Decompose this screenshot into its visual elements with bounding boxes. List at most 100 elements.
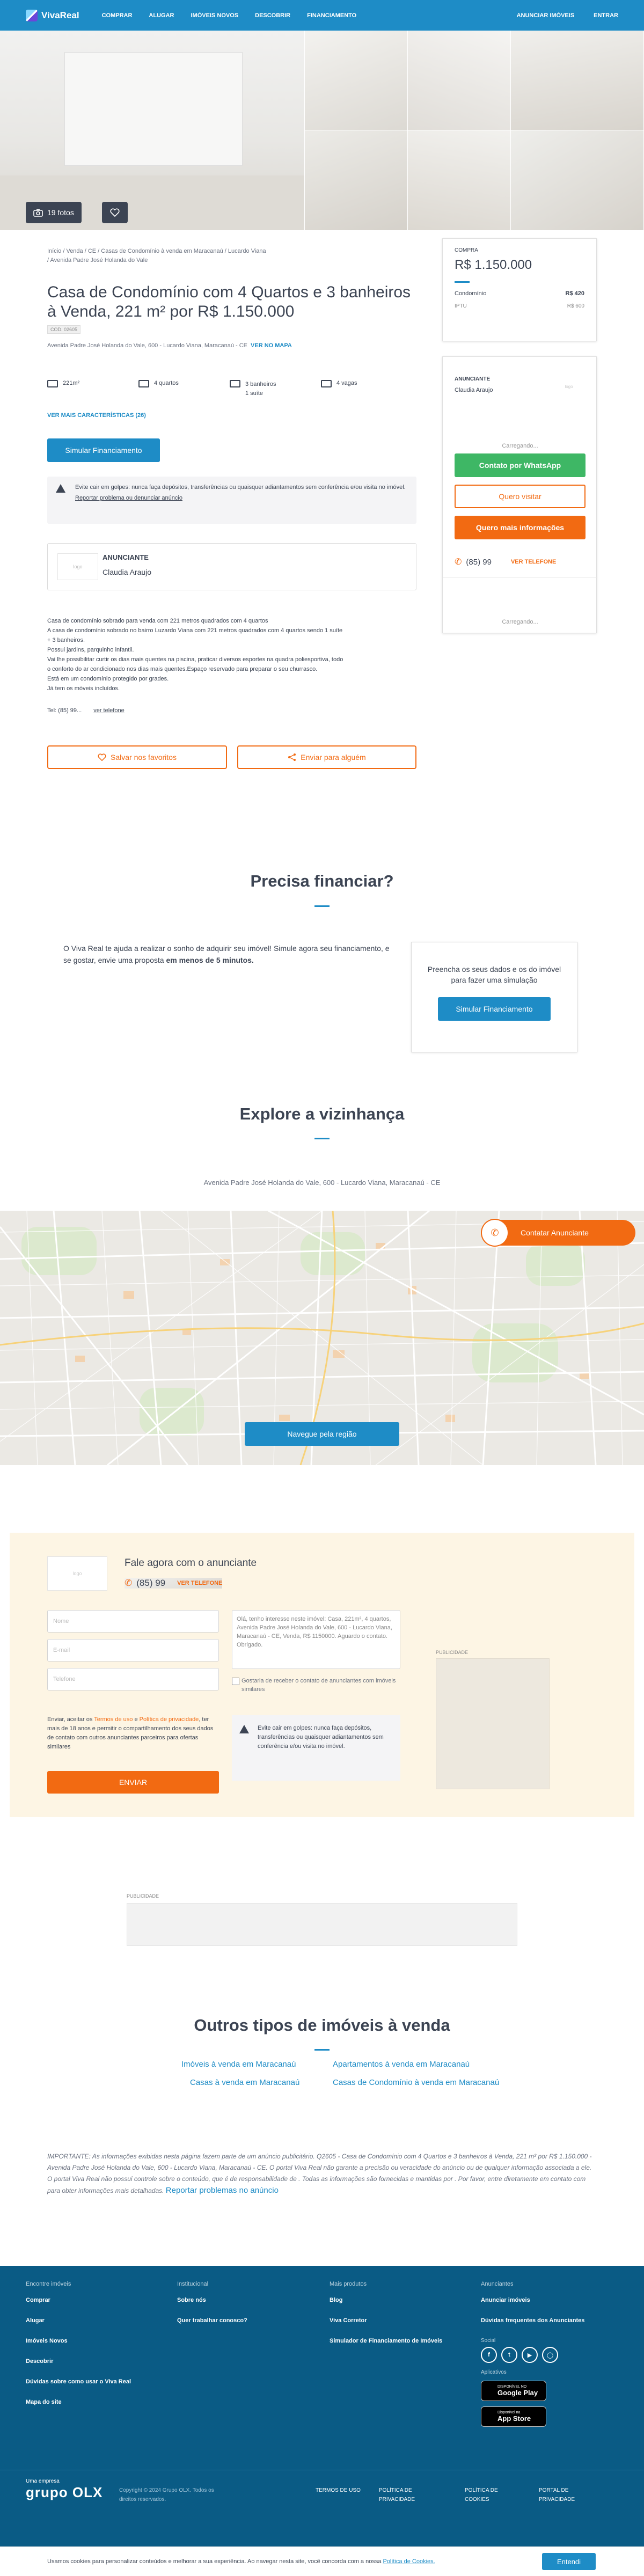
gallery-photo[interactable] — [511, 130, 644, 231]
advertiser-label: ANUNCIANTE — [103, 553, 149, 561]
feature-text: 4 vagas — [336, 380, 357, 386]
report-problems-link[interactable]: Reportar problemas no anúncio — [166, 2186, 279, 2195]
see-on-map-link[interactable]: VER NO MAPA — [251, 342, 292, 349]
footer-link[interactable]: Imóveis Novos — [26, 2338, 131, 2344]
footer-legal-link[interactable]: TERMOS DE USO — [316, 2486, 361, 2495]
nav-imoveis-novos[interactable]: IMÓVEIS NOVOS — [191, 12, 238, 19]
footer-col-products: Mais produtos Blog Viva Corretor Simulad… — [330, 2281, 442, 2358]
gallery-photo[interactable] — [408, 31, 511, 130]
facebook-icon[interactable]: f — [481, 2347, 497, 2363]
footer-link[interactable]: Descobrir — [26, 2358, 131, 2365]
footer-legal-link[interactable]: POLÍTICA DE PRIVACIDADE — [379, 2486, 427, 2504]
see-phone-button[interactable]: VER TELEFONE — [177, 1580, 222, 1586]
footer-link[interactable]: Viva Corretor — [330, 2317, 442, 2324]
nav-comprar[interactable]: COMPRAR — [102, 12, 133, 19]
visit-button[interactable]: Quero visitar — [455, 485, 586, 508]
terms-of-use-link[interactable]: Termos de uso — [94, 1716, 133, 1723]
description-line: Possui jardins, parquinho infantil. — [47, 647, 134, 653]
nav-alugar[interactable]: ALUGAR — [149, 12, 174, 19]
other-type-link[interactable]: Imóveis à venda em Maracanaú — [181, 2060, 296, 2069]
copyright: Copyright © 2024 Grupo OLX. Todos os dir… — [119, 2487, 214, 2502]
message-textarea[interactable]: Olá, tenho interesse neste imóvel: Casa,… — [232, 1610, 400, 1669]
contact-form-phone: ✆ (85) 99 VER TELEFONE — [125, 1578, 223, 1589]
app-store-badge[interactable]: Disponível na App Store — [481, 2406, 546, 2427]
badge-small-text: DISPONÍVEL NO — [497, 2385, 527, 2389]
ad-slot[interactable] — [436, 1658, 550, 1789]
see-phone-link[interactable]: ver telefone — [93, 707, 124, 714]
contact-advertiser-label: Contatar Anunciante — [521, 1228, 589, 1237]
gallery-photo[interactable] — [408, 130, 511, 231]
other-type-link[interactable]: Apartamentos à venda em Maracanaú — [333, 2060, 470, 2069]
phone-number: (85) 99 — [136, 1578, 166, 1588]
photos-count: 19 fotos — [47, 208, 74, 217]
advertiser-logo: logo — [57, 553, 98, 580]
cookie-policy-link[interactable]: Política de Cookies. — [383, 2558, 435, 2565]
footer-link[interactable]: Alugar — [26, 2317, 131, 2324]
google-play-badge[interactable]: DISPONÍVEL NO Google Play — [481, 2381, 546, 2401]
other-type-link[interactable]: Casas à venda em Maracanaú — [190, 2078, 299, 2087]
gallery-photo[interactable] — [305, 130, 408, 231]
financing-simulate-button[interactable]: Simular Financiamento — [438, 997, 551, 1021]
footer-link[interactable]: Comprar — [26, 2297, 131, 2303]
name-input[interactable]: Nome — [47, 1610, 219, 1633]
top-navbar: VivaReal COMPRAR ALUGAR IMÓVEIS NOVOS DE… — [0, 0, 644, 31]
footer-legal-link[interactable]: PORTAL DE PRIVACIDADE — [539, 2486, 587, 2504]
nav-financiamento[interactable]: FINANCIAMENTO — [307, 12, 356, 19]
photos-button[interactable]: 19 fotos — [26, 202, 82, 223]
gallery-photo[interactable] — [305, 31, 408, 130]
listing-address: Avenida Padre José Holanda do Vale, 600 … — [47, 342, 292, 349]
favorite-button[interactable] — [102, 202, 128, 223]
send-button[interactable]: ENVIAR — [47, 1771, 219, 1794]
badge-small-text: Disponível na — [497, 2411, 521, 2414]
privacy-policy-link[interactable]: Política de privacidade — [140, 1716, 199, 1723]
footer-col-title: Mais produtos — [330, 2281, 367, 2287]
footer-legal-link[interactable]: POLÍTICA DE COOKIES — [465, 2486, 508, 2504]
more-features-link[interactable]: VER MAIS CARACTERÍSTICAS (26) — [47, 412, 146, 419]
footer-link[interactable]: Anunciar imóveis — [481, 2297, 584, 2303]
description-line: Vai lhe possibilitar curtir os dias mais… — [47, 656, 343, 663]
gallery-photo-main[interactable] — [0, 31, 305, 231]
badge-text: Google Play — [497, 2389, 538, 2397]
contact-form-title: Fale agora com o anunciante — [125, 1557, 257, 1569]
email-input[interactable]: E-mail — [47, 1639, 219, 1662]
cookie-accept-button[interactable]: Entendi — [542, 2553, 596, 2570]
vivareal-logo[interactable]: VivaReal — [26, 9, 79, 21]
share-button[interactable]: Enviar para alguém — [237, 745, 416, 769]
footer-link[interactable]: Blog — [330, 2297, 442, 2303]
similar-offers-checkbox[interactable]: Gostaria de receber o contato de anuncia… — [232, 1677, 400, 1694]
report-listing-link[interactable]: Reportar problema ou denunciar anúncio — [75, 494, 409, 503]
other-type-link[interactable]: Casas de Condomínio à venda em Maracanaú — [333, 2078, 499, 2087]
whatsapp-button[interactable]: Contato por WhatsApp — [455, 453, 586, 477]
footer-link[interactable]: Mapa do site — [26, 2399, 131, 2405]
grupo-olx-logo[interactable]: Uma empresa grupo OLX — [26, 2478, 103, 2501]
breadcrumb-line[interactable]: / Avenida Padre José Holanda do Vale — [47, 256, 326, 265]
youtube-icon[interactable]: ▶ — [522, 2347, 538, 2363]
title-underline — [314, 1138, 330, 1139]
gallery-photo[interactable] — [511, 31, 644, 130]
save-favorites-button[interactable]: Salvar nos favoritos — [47, 745, 227, 769]
more-info-button[interactable]: Quero mais informações — [455, 516, 586, 539]
navigate-region-button[interactable]: Navegue pela região — [245, 1422, 399, 1446]
address-text: Avenida Padre José Holanda do Vale, 600 … — [47, 342, 248, 349]
advertiser-box[interactable]: logo ANUNCIANTE Claudia Araujo — [47, 543, 416, 590]
footer-link[interactable]: Dúvidas frequentes dos Anunciantes — [481, 2317, 584, 2324]
footer-link[interactable]: Dúvidas sobre como usar o Viva Real — [26, 2379, 131, 2385]
ad-banner[interactable] — [127, 1903, 517, 1946]
footer-link[interactable]: Simulador de Financiamento de Imóveis — [330, 2338, 442, 2344]
phone-input[interactable]: Telefone — [47, 1668, 219, 1690]
footer-link[interactable]: Sobre nós — [177, 2297, 247, 2303]
login-link[interactable]: ENTRAR — [594, 12, 618, 19]
phone-text: Tel: (85) 99... — [47, 707, 82, 714]
photo-gallery[interactable] — [0, 31, 644, 231]
contact-advertiser-map-button[interactable]: ✆ Contatar Anunciante — [482, 1220, 635, 1246]
twitter-icon[interactable]: t — [501, 2347, 517, 2363]
see-phone-button[interactable]: VER TELEFONE — [511, 559, 556, 565]
simulate-financing-button[interactable]: Simular Financiamento — [47, 438, 160, 462]
breadcrumb-line[interactable]: Início / Venda / CE / Casas de Condomíni… — [47, 247, 326, 256]
social-links: f t ▶ ◯ — [481, 2347, 584, 2363]
nav-descobrir[interactable]: DESCOBRIR — [255, 12, 290, 19]
footer-link[interactable]: Quer trabalhar conosco? — [177, 2317, 247, 2324]
breadcrumb[interactable]: Início / Venda / CE / Casas de Condomíni… — [47, 247, 326, 265]
instagram-icon[interactable]: ◯ — [542, 2347, 558, 2363]
advertise-link[interactable]: ANUNCIAR IMÓVEIS — [517, 12, 575, 19]
